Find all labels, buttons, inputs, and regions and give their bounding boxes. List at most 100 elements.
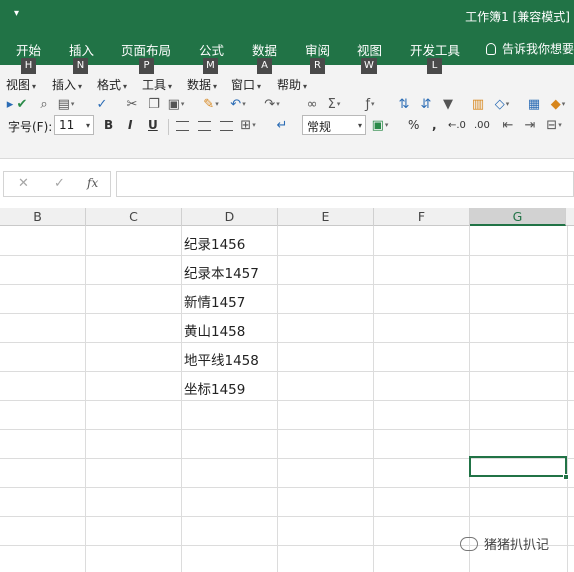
- cell-d4[interactable]: 黄山1458: [184, 320, 245, 340]
- column-header-e[interactable]: E: [278, 208, 374, 226]
- enter-icon[interactable]: ✓: [54, 176, 65, 191]
- grid-line: [0, 371, 574, 372]
- lightbulb-icon: [486, 43, 496, 55]
- tab-developer[interactable]: 开发工具: [410, 40, 460, 59]
- worksheet-grid[interactable]: 纪录1456 纪录本1457 新情1457 黄山1458 地平线1458 坐标1…: [0, 226, 574, 572]
- grid-line: [0, 400, 574, 401]
- cell-d3[interactable]: 新情1457: [184, 291, 245, 311]
- tab-view[interactable]: 视图: [357, 40, 382, 59]
- align-left-icon[interactable]: [176, 121, 189, 131]
- title-bar: ▾ 工作簿1 [兼容模式]: [0, 0, 574, 34]
- merge-cells-icon[interactable]: ⊞ ▾: [240, 117, 256, 133]
- chevron-down-icon: ▾: [32, 82, 37, 91]
- column-header-f[interactable]: F: [374, 208, 470, 226]
- sort-asc-icon[interactable]: ⇅: [396, 96, 412, 112]
- borders-icon[interactable]: ⊟ ▾: [546, 117, 562, 133]
- increase-decimal-button[interactable]: ←.0: [448, 120, 466, 131]
- keytip-developer: L: [427, 58, 442, 74]
- menu-view-label: 视图: [6, 78, 31, 92]
- font-size-select[interactable]: 11 ▾: [54, 115, 94, 135]
- redo-icon[interactable]: ↷ ▾: [264, 96, 280, 112]
- align-center-icon[interactable]: [198, 121, 211, 131]
- link-icon[interactable]: ∞: [304, 96, 320, 112]
- undo-icon[interactable]: ↶ ▾: [230, 96, 246, 112]
- cell-d2[interactable]: 纪录本1457: [184, 262, 259, 282]
- chevron-down-icon: ▾: [357, 121, 362, 130]
- formula-input[interactable]: [116, 171, 574, 197]
- align-right-icon[interactable]: [220, 121, 233, 131]
- shapes-icon[interactable]: ◇ ▾: [494, 96, 510, 112]
- watermark-text: 猪猪扒扒记: [484, 538, 550, 553]
- cell-d5[interactable]: 地平线1458: [184, 349, 259, 369]
- comma-button[interactable]: ,: [432, 118, 437, 132]
- copy-icon[interactable]: ❐: [146, 96, 162, 112]
- number-format-value: 常规: [307, 120, 332, 134]
- chevron-down-icon: ▾: [78, 82, 83, 91]
- menu-window-label: 窗口: [231, 78, 256, 92]
- keytip-view: W: [361, 58, 377, 74]
- cancel-icon[interactable]: ✕: [18, 176, 29, 191]
- classic-toolbar: 视图 ▾ 插入 ▾ 格式 ▾ 工具 ▾ 数据 ▾ 窗口 ▾ 帮助 ▾ ▸ ✔ ⌕ ▤ ▾ ✓ ✂…: [0, 65, 574, 158]
- tab-data[interactable]: 数据: [252, 40, 277, 59]
- format-painter-icon[interactable]: ✓: [94, 96, 110, 112]
- print-preview-icon[interactable]: ⌕: [36, 96, 52, 112]
- table-icon[interactable]: ▦: [526, 96, 542, 112]
- bold-button[interactable]: B: [104, 118, 113, 132]
- chevron-down-icon: ▾: [168, 82, 173, 91]
- autosum-icon[interactable]: Σ ▾: [326, 96, 342, 112]
- menu-data-label: 数据: [187, 78, 212, 92]
- indent-decrease-icon[interactable]: ⇤: [500, 117, 516, 133]
- underline-button[interactable]: U: [148, 118, 158, 132]
- print-icon[interactable]: ▤ ▾: [58, 96, 75, 112]
- tab-formulas[interactable]: 公式: [199, 40, 224, 59]
- keytip-insert: N: [73, 58, 88, 74]
- quick-access-dropdown[interactable]: ▾: [14, 8, 19, 19]
- decrease-decimal-button[interactable]: .00: [474, 120, 490, 131]
- cut-icon[interactable]: ✂: [124, 96, 140, 112]
- column-header-row: B C D E F G: [0, 208, 574, 226]
- paste-icon[interactable]: ▣ ▾: [168, 96, 185, 112]
- tab-review[interactable]: 审阅: [305, 40, 330, 59]
- menu-tools-label: 工具: [142, 78, 167, 92]
- fill-handle[interactable]: [563, 474, 569, 480]
- number-format-select[interactable]: 常规 ▾: [302, 115, 366, 135]
- active-cell-selection[interactable]: [469, 456, 567, 477]
- sort-desc-icon[interactable]: ⇵: [418, 96, 434, 112]
- function-icon[interactable]: ƒ ▾: [362, 96, 378, 112]
- wrap-text-icon[interactable]: ↵: [274, 117, 290, 133]
- filter-icon[interactable]: ▼: [440, 96, 456, 112]
- document-title: 工作簿1 [兼容模式]: [465, 10, 570, 24]
- percent-button[interactable]: %: [408, 118, 419, 132]
- grid-line: [373, 226, 374, 572]
- chevron-down-icon: ▾: [85, 121, 90, 130]
- chart-icon[interactable]: ▥: [470, 96, 486, 112]
- check-icon[interactable]: ✔: [14, 96, 30, 112]
- cell-d1[interactable]: 纪录1456: [184, 233, 245, 253]
- currency-icon[interactable]: ▣ ▾: [372, 117, 389, 133]
- column-header-b[interactable]: B: [0, 208, 86, 226]
- warning-icon[interactable]: ◆ ▾: [550, 96, 566, 112]
- cell-d6[interactable]: 坐标1459: [184, 378, 245, 398]
- formatting-toolbar: 字号(F): 11 ▾ B I U ⊞ ▾ ↵ 常规 ▾ ▣ ▾ % , ←.0 .…: [0, 115, 574, 141]
- grid-line: [0, 313, 574, 314]
- grid-line: [277, 226, 278, 572]
- insert-function-icon[interactable]: fx: [87, 176, 98, 190]
- keytip-home: H: [21, 58, 36, 74]
- indent-increase-icon[interactable]: ⇥: [522, 117, 538, 133]
- grid-line: [0, 516, 574, 517]
- column-header-g[interactable]: G: [470, 208, 566, 226]
- chevron-down-icon: ▾: [257, 82, 262, 91]
- italic-button[interactable]: I: [128, 118, 132, 132]
- keytip-review: R: [310, 58, 325, 74]
- tell-me-box[interactable]: 告诉我你想要: [486, 40, 574, 57]
- column-header-c[interactable]: C: [86, 208, 182, 226]
- column-header-d[interactable]: D: [182, 208, 278, 226]
- tab-home[interactable]: 开始: [16, 40, 41, 59]
- formula-bar: ✕ ✓ fx: [0, 158, 574, 208]
- clear-icon[interactable]: ✎ ▾: [203, 96, 219, 112]
- keytip-formulas: M: [203, 58, 218, 74]
- tab-insert[interactable]: 插入: [69, 40, 94, 59]
- menu-help-label: 帮助: [277, 78, 302, 92]
- tab-page-layout[interactable]: 页面布局: [121, 40, 171, 59]
- menu-format-label: 格式: [97, 78, 122, 92]
